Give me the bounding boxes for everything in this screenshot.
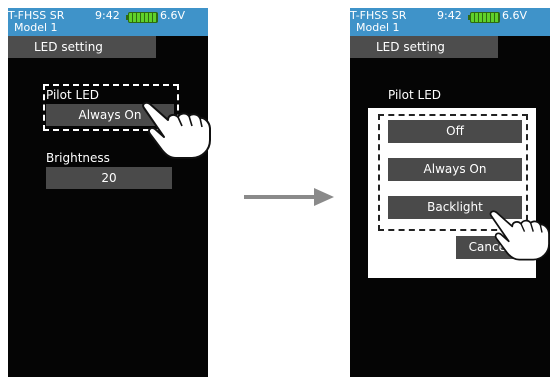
model-name: Model 1 — [356, 21, 400, 34]
pilot-led-label: Pilot LED — [388, 88, 442, 102]
right-arrow-icon — [244, 188, 334, 206]
pointing-hand-icon — [142, 101, 211, 159]
model-name: Model 1 — [14, 21, 58, 34]
battery-icon — [126, 12, 158, 23]
tab-led-setting[interactable]: LED setting — [350, 36, 498, 58]
tab-led-setting[interactable]: LED setting — [8, 36, 156, 58]
screen-left: T-FHSS SR 9:42 6.6V Model 1 LED setting … — [8, 8, 208, 377]
clock: 9:42 — [437, 9, 462, 22]
brightness-button[interactable]: 20 — [46, 167, 172, 189]
screen-right: T-FHSS SR 9:42 6.6V Model 1 LED setting … — [350, 8, 550, 377]
status-bar: T-FHSS SR 9:42 6.6V Model 1 — [350, 8, 550, 36]
option-always-on-button[interactable]: Always On — [388, 158, 522, 181]
status-bar: T-FHSS SR 9:42 6.6V Model 1 — [8, 8, 208, 36]
clock: 9:42 — [95, 9, 120, 22]
voltage: 6.6V — [502, 9, 528, 22]
option-off-button[interactable]: Off — [388, 120, 522, 143]
voltage: 6.6V — [160, 9, 186, 22]
brightness-label: Brightness — [46, 151, 110, 165]
battery-icon — [468, 12, 500, 23]
pointing-hand-icon — [489, 210, 550, 261]
